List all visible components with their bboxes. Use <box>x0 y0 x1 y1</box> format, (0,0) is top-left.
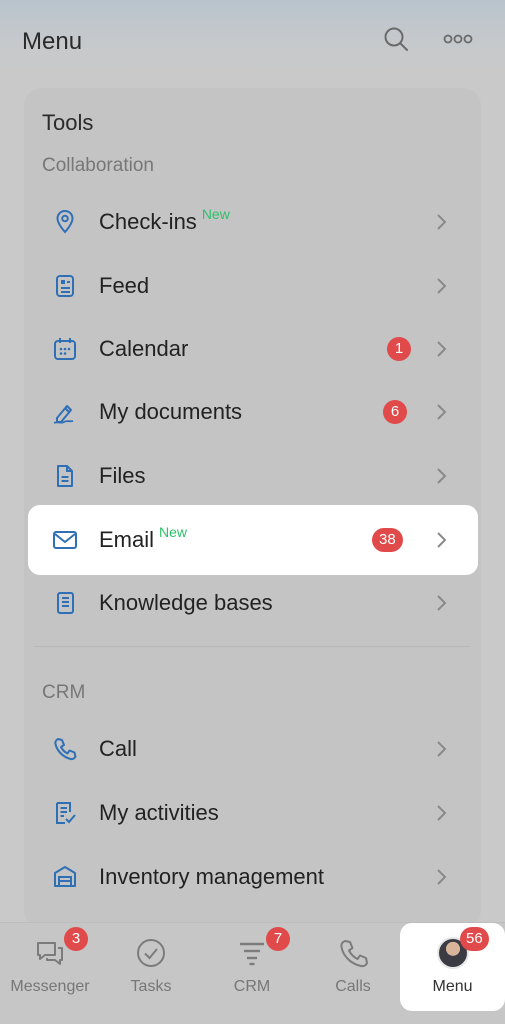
check-circle-icon <box>135 937 167 974</box>
funnel-icon <box>236 937 268 974</box>
tab-crm[interactable]: 7 CRM <box>202 923 302 1013</box>
menu-item-label: Check-ins New <box>99 206 230 234</box>
chevron-right-icon <box>437 468 447 484</box>
tab-label: Calls <box>335 978 371 995</box>
menu-item-label: Calendar <box>99 336 189 361</box>
counter-badge: 6 <box>383 400 407 424</box>
new-tag: New <box>159 524 188 540</box>
page-title: Menu <box>22 28 83 55</box>
activities-icon <box>50 798 80 828</box>
warehouse-icon <box>50 862 80 892</box>
group-label-crm: CRM <box>42 682 86 703</box>
chevron-right-icon <box>437 404 447 420</box>
menu-item-files[interactable]: Files <box>28 445 478 507</box>
group-label-collaboration: Collaboration <box>42 155 154 176</box>
menu-item-email[interactable]: Email New 38 <box>28 505 478 575</box>
bottom-tab-bar: 3 Messenger Tasks 7 CRM Calls 56 Menu <box>0 922 505 1024</box>
menu-item-knowledge-bases[interactable]: Knowledge bases <box>28 572 478 634</box>
counter-badge: 7 <box>266 927 290 951</box>
tab-label: CRM <box>233 978 271 995</box>
tab-messenger[interactable]: 3 Messenger <box>0 923 100 1013</box>
document-sign-icon <box>50 397 80 427</box>
menu-item-my-activities[interactable]: My activities <box>28 782 478 844</box>
book-icon <box>50 588 80 618</box>
counter-badge: 3 <box>64 927 88 951</box>
menu-item-calendar[interactable]: Calendar 1 <box>28 318 478 380</box>
envelope-icon <box>50 525 80 555</box>
more-icon[interactable] <box>443 32 473 51</box>
menu-item-label: My documents <box>99 399 243 424</box>
phone-icon <box>337 937 369 974</box>
menu-item-check-ins[interactable]: Check-ins New <box>28 191 478 253</box>
phone-icon <box>50 734 80 764</box>
chevron-right-icon <box>437 869 447 885</box>
location-pin-icon <box>50 207 80 237</box>
counter-badge: 56 <box>460 927 489 951</box>
chevron-right-icon <box>437 595 447 611</box>
tab-menu[interactable]: 56 Menu <box>400 923 505 1011</box>
calendar-icon <box>50 334 80 364</box>
chat-icon <box>34 937 66 974</box>
menu-item-call[interactable]: Call <box>28 718 478 780</box>
chevron-right-icon <box>437 278 447 294</box>
menu-item-label: Inventory management <box>99 864 325 889</box>
divider <box>34 646 470 647</box>
tab-tasks[interactable]: Tasks <box>101 923 201 1013</box>
menu-item-label: Files <box>99 463 146 488</box>
top-bar: Menu <box>0 0 505 70</box>
menu-item-label: Knowledge bases <box>99 590 273 615</box>
counter-badge: 1 <box>387 337 411 361</box>
menu-item-label: My activities <box>99 800 219 825</box>
menu-item-label: Email New <box>99 524 188 552</box>
tab-calls[interactable]: Calls <box>303 923 403 1013</box>
tab-label: Tasks <box>130 978 172 995</box>
feed-icon <box>50 271 80 301</box>
chevron-right-icon <box>437 741 447 757</box>
menu-item-label: Call <box>99 736 137 761</box>
menu-item-inventory-management[interactable]: Inventory management <box>28 846 478 908</box>
tab-label: Menu <box>432 978 473 995</box>
tab-label: Messenger <box>10 978 90 995</box>
new-tag: New <box>201 206 230 222</box>
search-icon[interactable] <box>383 26 409 57</box>
menu-item-my-documents[interactable]: My documents 6 <box>28 381 478 443</box>
chevron-right-icon <box>437 805 447 821</box>
counter-badge: 38 <box>372 528 403 552</box>
menu-item-feed[interactable]: Feed <box>28 255 478 317</box>
chevron-right-icon <box>437 214 447 230</box>
menu-item-label: Feed <box>99 273 150 298</box>
file-icon <box>50 461 80 491</box>
chevron-right-icon <box>437 532 447 548</box>
section-title-tools: Tools <box>42 110 94 135</box>
chevron-right-icon <box>437 341 447 357</box>
